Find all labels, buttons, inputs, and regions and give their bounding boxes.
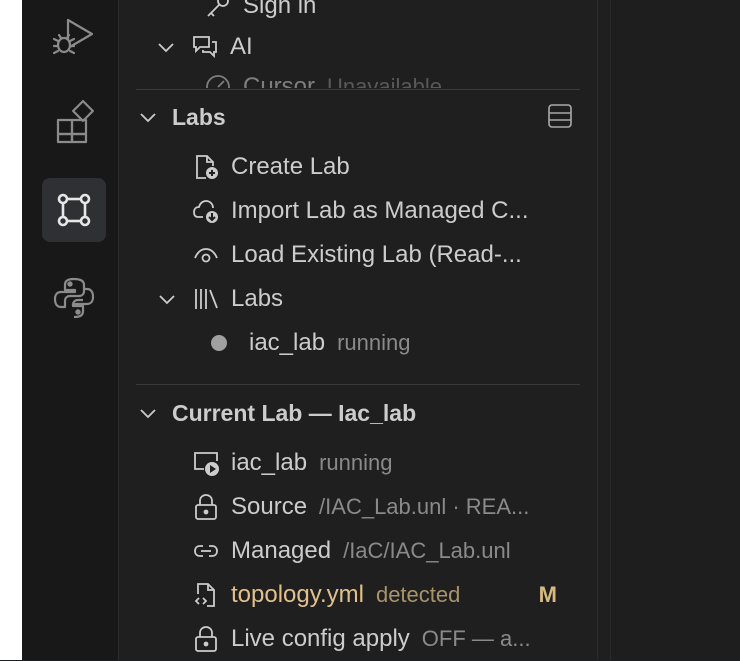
run-debug-button[interactable]: [42, 4, 106, 68]
file-code-icon: [191, 580, 221, 610]
modified-badge: M: [538, 582, 557, 607]
current-lab-item-source[interactable]: Source /IAC_Lab.unl · REA...: [191, 485, 581, 529]
chat-icon: [190, 32, 220, 62]
lab-entry-label: iac_lab: [249, 329, 326, 356]
window-margin: [0, 0, 22, 660]
current-lab-item-topology[interactable]: topology.yml detected M: [191, 573, 557, 617]
labs-item-label: Create Lab: [231, 153, 350, 180]
lock-icon: [191, 624, 221, 654]
labs-item-label: Load Existing Lab (Read-...: [231, 241, 522, 268]
tree-item-label: Sign in: [243, 0, 317, 19]
labs-item-label: Import Lab as Managed C...: [231, 197, 529, 224]
current-lab-item-desc: /IAC_Lab.unl · REA...: [319, 494, 530, 519]
chevron-down-icon: [136, 105, 160, 129]
section-title: Current Lab — Iac_lab: [172, 399, 417, 426]
python-button[interactable]: [42, 266, 106, 330]
activity-bar: [22, 0, 119, 660]
run-debug-icon: [52, 18, 94, 55]
labs-item-create-lab[interactable]: Create Lab: [191, 145, 350, 189]
current-lab-item-live-config[interactable]: Live config apply OFF — a...: [191, 617, 581, 661]
current-lab-item-desc: detected: [375, 582, 461, 607]
section-title: Labs: [172, 103, 226, 130]
python-icon: [53, 277, 95, 319]
chevron-down-icon: [155, 287, 179, 311]
current-lab-item-name[interactable]: iac_lab running: [191, 441, 392, 485]
containerlab-icon: [57, 193, 91, 227]
screen-play-icon: [191, 448, 221, 478]
key-icon: [203, 0, 233, 21]
library-icon: [191, 284, 221, 314]
current-lab-item-label: Source: [231, 493, 308, 520]
section-divider: [136, 384, 580, 385]
tree-item-cursor[interactable]: Cursor Unavailable: [203, 68, 442, 88]
section-header-labs[interactable]: Labs: [136, 95, 566, 139]
labs-item-load-existing[interactable]: Load Existing Lab (Read-...: [191, 233, 522, 277]
current-lab-item-label: Live config apply: [231, 625, 410, 652]
tree-item-label: AI: [230, 33, 253, 60]
chevron-down-icon: [154, 35, 178, 59]
current-lab-item-desc: /IaC/IAC_Lab.unl: [343, 538, 511, 563]
current-lab-item-managed[interactable]: Managed /IaC/IAC_Lab.unl: [191, 529, 511, 573]
labs-item-import-lab[interactable]: Import Lab as Managed C...: [191, 189, 529, 233]
tree-item-label: Cursor: [243, 73, 316, 88]
extensions-icon: [56, 100, 94, 144]
server-stack-button[interactable]: [547, 103, 573, 129]
current-lab-item-label: Managed: [231, 537, 332, 564]
labs-group-label: Labs: [231, 285, 284, 312]
containerlab-button[interactable]: [42, 178, 106, 242]
sidebar: Sign in AI Cursor Unavailable Labs Creat: [119, 0, 598, 660]
section-divider: [136, 89, 580, 90]
extensions-button[interactable]: [42, 90, 106, 154]
editor-gutter: [598, 0, 611, 660]
labs-group-labs[interactable]: Labs: [155, 277, 283, 321]
current-lab-item-desc: running: [319, 450, 393, 475]
section-header-current-lab[interactable]: Current Lab — Iac_lab: [136, 391, 566, 435]
cloud-download-icon: [191, 196, 221, 226]
file-add-icon: [191, 152, 221, 182]
tree-group-ai[interactable]: AI: [154, 25, 253, 69]
gauge-icon: [203, 72, 233, 88]
tree-item-description: Unavailable: [327, 74, 442, 88]
lock-icon: [191, 492, 221, 522]
server-stack-icon: [548, 104, 572, 128]
eye-icon: [191, 240, 221, 270]
tree-item-sign-in[interactable]: Sign in: [203, 0, 316, 28]
current-lab-item-desc: OFF — a...: [421, 626, 531, 651]
chevron-down-icon: [136, 401, 160, 425]
current-lab-item-label: iac_lab: [231, 449, 308, 476]
editor-area[interactable]: [611, 0, 740, 660]
lab-entry-status: running: [337, 330, 411, 355]
link-icon: [191, 536, 221, 566]
status-dot-icon: [211, 335, 227, 351]
lab-entry[interactable]: iac_lab running: [211, 321, 410, 365]
current-lab-item-label: topology.yml: [231, 581, 364, 608]
